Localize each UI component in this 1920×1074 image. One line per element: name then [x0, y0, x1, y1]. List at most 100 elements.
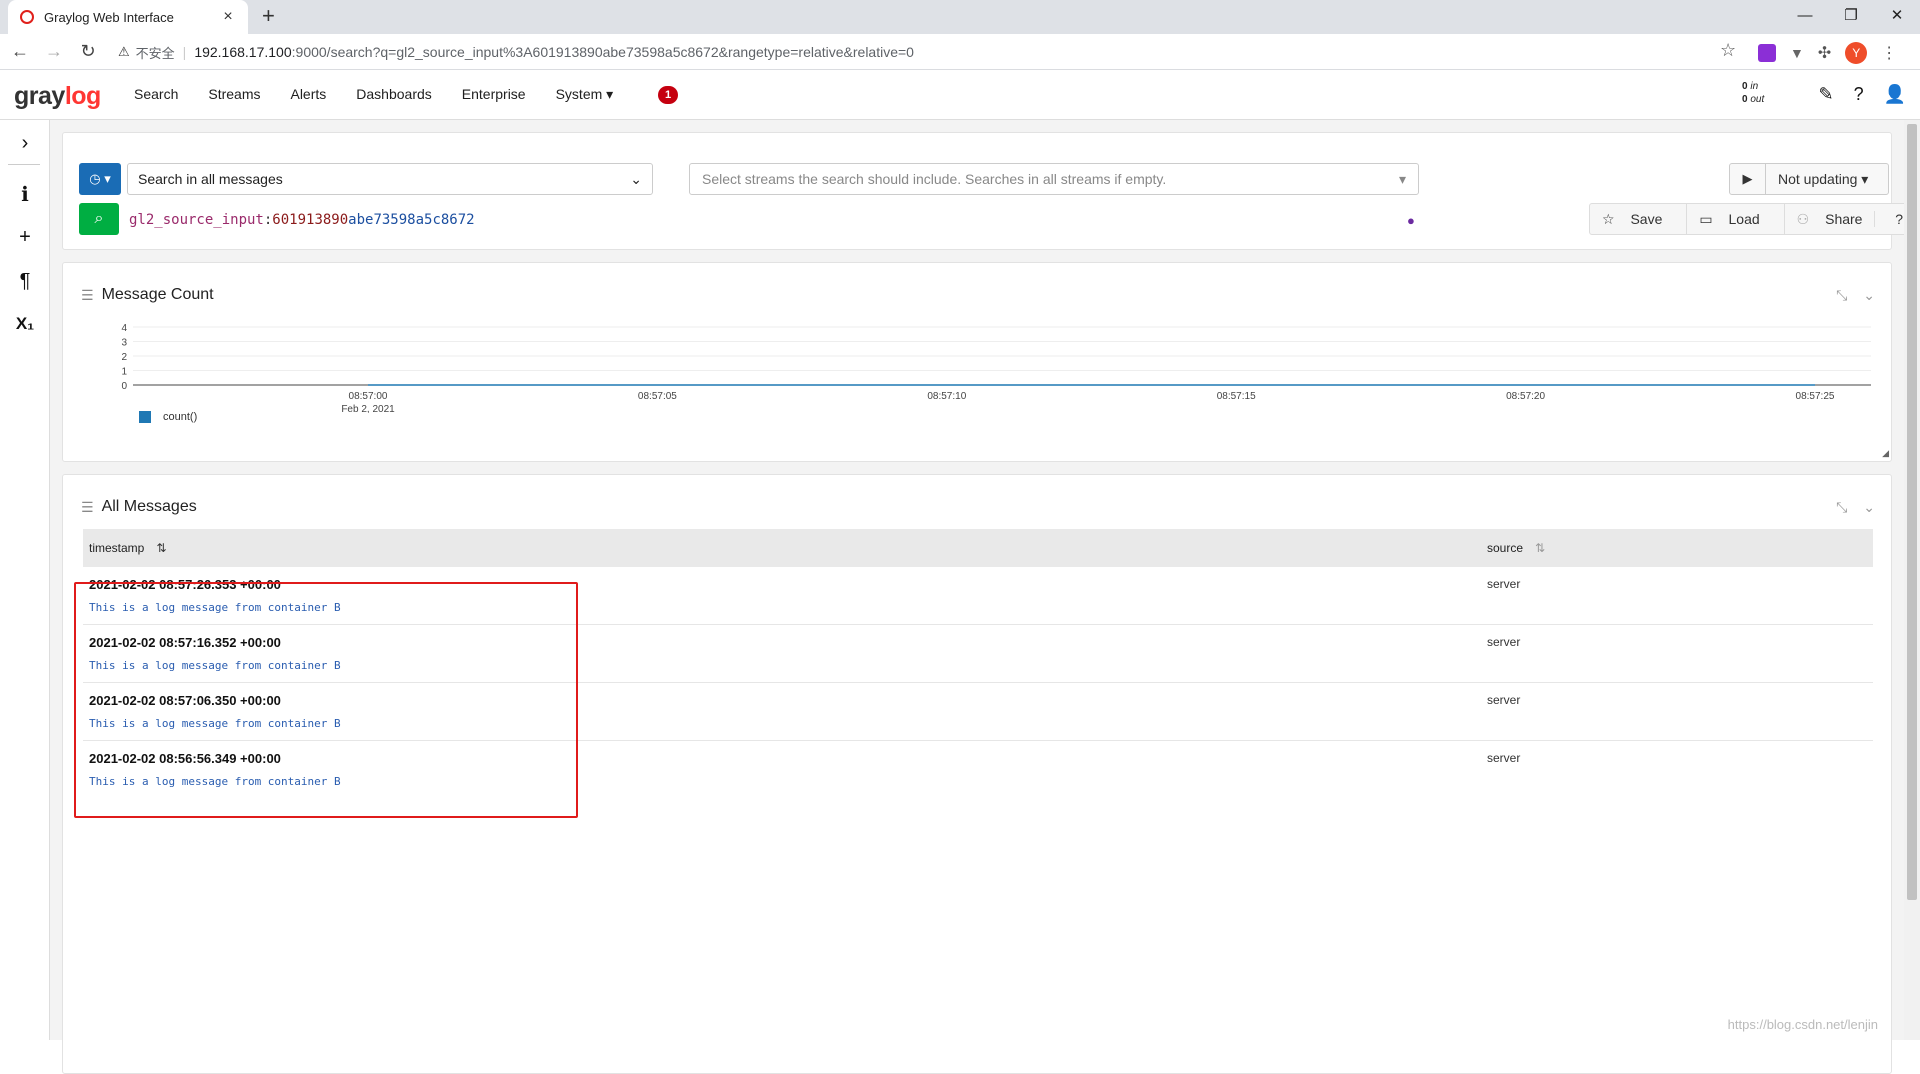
chevron-down-icon: ⌄: [630, 170, 642, 187]
streams-select[interactable]: Select streams the search should include…: [689, 163, 1419, 195]
throughput-in-label: in: [1750, 81, 1759, 92]
query-input[interactable]: gl2_source_input:601913890 abe73598a5c867…: [129, 205, 1469, 235]
compress-icon[interactable]: ⤡: [1836, 287, 1847, 304]
edit-icon[interactable]: ✎: [1818, 84, 1833, 105]
search-icon: ⌕: [94, 210, 104, 227]
nav-system[interactable]: System ▾: [556, 86, 614, 103]
chevron-down-icon[interactable]: ⌄: [1863, 499, 1875, 516]
refresh-control[interactable]: ▶ Not updating ▾: [1729, 163, 1889, 195]
extension-icon[interactable]: [1758, 44, 1776, 62]
url-path: :9000/search?q=gl2_source_input%3A601913…: [291, 44, 914, 60]
table-row[interactable]: 2021-02-02 08:56:56.349 +00:00 This is a…: [83, 741, 1873, 799]
url-host: 192.168.17.100: [194, 44, 292, 60]
resize-handle-icon[interactable]: ◢: [1882, 448, 1889, 459]
security-label: 不安全: [135, 45, 175, 61]
widget-title[interactable]: ☰ All Messages: [81, 498, 197, 516]
widget-controls: ⤡ ⌄: [1836, 287, 1875, 304]
all-messages-title: All Messages: [101, 498, 197, 515]
back-arrow-icon[interactable]: ←: [6, 41, 34, 62]
throughput-indicator[interactable]: 0 in 0 out: [1742, 80, 1764, 106]
pilcrow-icon[interactable]: ¶: [0, 270, 50, 293]
legend-swatch: [139, 411, 151, 423]
sort-icon[interactable]: ⇅: [156, 541, 166, 555]
column-timestamp[interactable]: timestamp ⇅: [89, 541, 166, 555]
table-row[interactable]: 2021-02-02 08:57:16.352 +00:00 This is a…: [83, 625, 1873, 683]
expand-chevron-icon[interactable]: ›: [0, 132, 50, 155]
drag-handle-icon[interactable]: ☰: [81, 287, 94, 304]
address-bar[interactable]: ⚠ 不安全 | 192.168.17.100 :9000/search?q=gl…: [108, 38, 1758, 66]
lightbulb-icon[interactable]: ●: [1407, 213, 1415, 228]
info-icon[interactable]: ℹ: [0, 182, 50, 207]
browser-tab[interactable]: Graylog Web Interface ×: [8, 0, 248, 34]
column-timestamp-label: timestamp: [89, 541, 145, 555]
load-label: Load: [1728, 211, 1760, 227]
reload-icon[interactable]: ↻: [74, 41, 102, 62]
nav-dashboards[interactable]: Dashboards: [356, 86, 432, 103]
graylog-navbar: graylog Search Streams Alerts Dashboards…: [0, 70, 1920, 120]
vue-extension-icon[interactable]: ▼: [1790, 45, 1804, 61]
browser-menu-icon[interactable]: ⋮: [1881, 43, 1897, 63]
notification-badge[interactable]: 1: [658, 86, 678, 104]
message-count-chart: 0 1 2 3 4 08:57:00 08:57:05 08:57:10 08:57:15 08:…: [121, 323, 1871, 413]
drag-handle-icon[interactable]: ☰: [81, 499, 94, 516]
restore-button[interactable]: ❐: [1828, 0, 1874, 30]
main-content: ◷ ▾ Search in all messages ⌄ Select stre…: [50, 120, 1920, 1074]
nav-search[interactable]: Search: [134, 86, 178, 103]
nav-enterprise[interactable]: Enterprise: [462, 86, 526, 103]
graylog-logo[interactable]: graylog: [14, 82, 101, 111]
play-icon[interactable]: ▶: [1730, 164, 1766, 194]
table-row[interactable]: 2021-02-02 08:57:26.353 +00:00 This is a…: [83, 567, 1873, 625]
refresh-status[interactable]: Not updating ▾: [1766, 171, 1868, 188]
page-scrollbar[interactable]: [1904, 120, 1920, 1040]
profile-avatar[interactable]: Y: [1845, 42, 1868, 64]
nav-streams[interactable]: Streams: [208, 86, 260, 103]
subscript-icon[interactable]: X₁: [0, 314, 50, 334]
sidebar-divider: [8, 164, 40, 165]
share-label: Share: [1813, 211, 1876, 227]
graylog-favicon-icon: [20, 10, 34, 24]
row-source: server: [1487, 751, 1521, 765]
save-button[interactable]: ☆ Save: [1590, 204, 1688, 234]
row-source: server: [1487, 577, 1521, 591]
load-button[interactable]: ▭ Load: [1687, 204, 1785, 234]
column-source[interactable]: source ⇅: [1487, 541, 1545, 555]
row-timestamp: 2021-02-02 08:57:26.353 +00:00: [89, 577, 281, 592]
compress-icon[interactable]: ⤡: [1836, 499, 1847, 516]
table-row[interactable]: 2021-02-02 08:57:06.350 +00:00 This is a…: [83, 683, 1873, 741]
nav-alerts[interactable]: Alerts: [290, 86, 326, 103]
widget-controls: ⤡ ⌄: [1836, 499, 1875, 516]
sort-icon[interactable]: ⇅: [1535, 541, 1545, 555]
search-scope-select[interactable]: Search in all messages ⌄: [127, 163, 653, 195]
search-scope-value: Search in all messages: [138, 171, 283, 187]
chart-legend[interactable]: count(): [139, 411, 197, 423]
add-widget-icon[interactable]: +: [0, 226, 50, 249]
warning-icon[interactable]: ⚠: [118, 44, 130, 60]
chevron-down-icon[interactable]: ⌄: [1863, 287, 1875, 304]
clock-icon: ◷ ▾: [89, 171, 111, 186]
share-button[interactable]: ⚇ Share ?: [1785, 204, 1920, 234]
search-panel: ◷ ▾ Search in all messages ⌄ Select stre…: [62, 132, 1920, 250]
tab-title: Graylog Web Interface: [44, 9, 174, 25]
y-tick-label: 4: [121, 323, 127, 334]
scrollbar-thumb[interactable]: [1907, 124, 1917, 900]
browser-toolbar: ← → ↻ ⚠ 不安全 | 192.168.17.100 :9000/searc…: [0, 34, 1920, 70]
row-message: This is a log message from container B: [89, 775, 341, 788]
search-submit-button[interactable]: ⌕: [79, 203, 119, 235]
bookmark-star-icon[interactable]: ☆: [1720, 40, 1736, 61]
forward-arrow-icon[interactable]: →: [40, 41, 68, 62]
close-window-button[interactable]: ✕: [1874, 0, 1920, 30]
row-timestamp: 2021-02-02 08:57:06.350 +00:00: [89, 693, 281, 708]
watermark: https://blog.csdn.net/lenjin: [1727, 1017, 1878, 1032]
column-source-label: source: [1487, 541, 1524, 555]
x-tick-label: 08:57:00: [349, 391, 388, 402]
widget-title[interactable]: ☰ Message Count: [81, 286, 214, 304]
time-range-button[interactable]: ◷ ▾: [79, 163, 121, 195]
new-tab-button[interactable]: +: [262, 3, 275, 29]
minimize-button[interactable]: —: [1782, 0, 1828, 30]
puzzle-extensions-icon[interactable]: ✣: [1818, 43, 1831, 63]
row-timestamp: 2021-02-02 08:56:56.349 +00:00: [89, 751, 281, 766]
caret-down-icon: ▾: [1398, 170, 1406, 187]
help-icon[interactable]: ?: [1854, 84, 1864, 105]
tab-close-icon[interactable]: ×: [220, 8, 236, 26]
user-icon[interactable]: 👤: [1884, 84, 1906, 105]
